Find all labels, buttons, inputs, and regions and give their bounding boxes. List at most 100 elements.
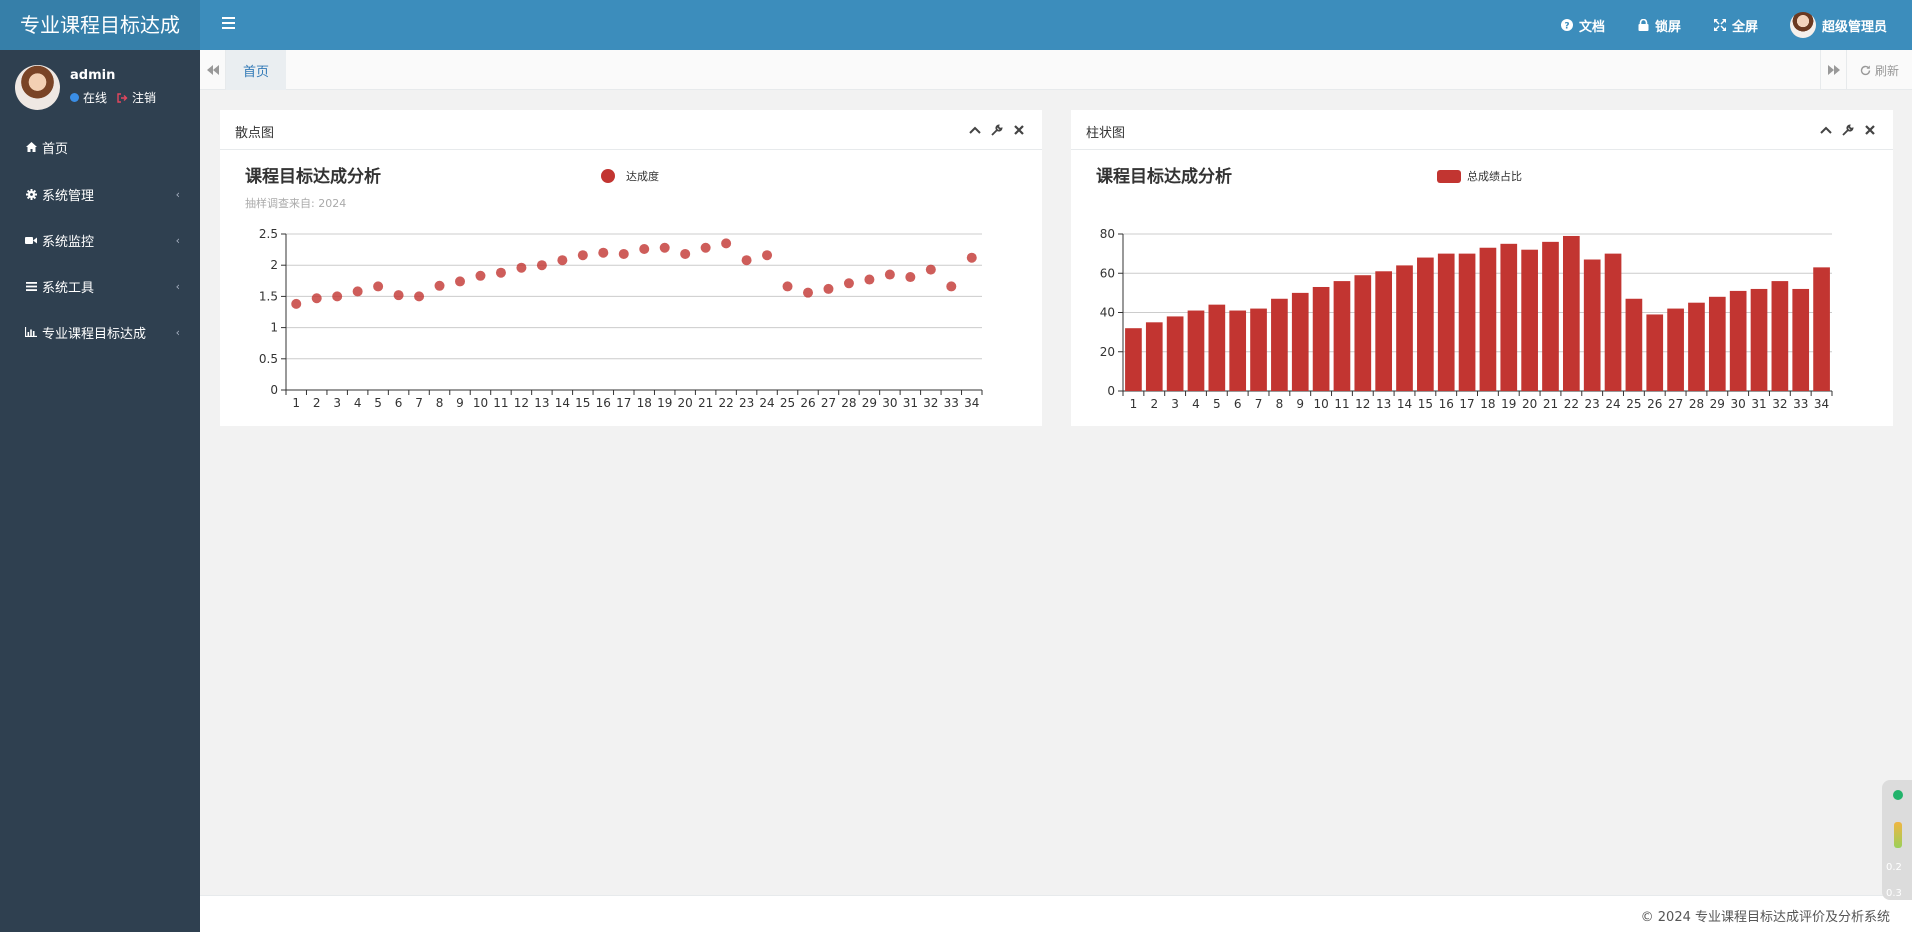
x-tick-label: 3 [333, 396, 341, 410]
sidebar-item-label: 系统管理 [42, 188, 95, 204]
video-icon [25, 234, 37, 246]
close-icon[interactable] [1012, 123, 1026, 137]
scatter-point [557, 255, 568, 266]
scatter-point [803, 287, 813, 298]
wrench-icon[interactable] [990, 123, 1004, 137]
y-tick-label: 20 [1100, 345, 1115, 359]
sidebar-item-system-management[interactable]: 系统管理 ‹ [0, 176, 200, 212]
forward-icon [1827, 65, 1840, 75]
docs-link[interactable]: ? 文档 [1561, 0, 1605, 50]
scatter-point [782, 281, 793, 292]
panel-header: 散点图 [220, 110, 1042, 150]
close-icon[interactable] [1863, 123, 1877, 137]
docs-label: 文档 [1579, 19, 1606, 35]
x-tick-label: 27 [1668, 397, 1683, 411]
sidebar-item-home[interactable]: 首页 [0, 129, 200, 165]
x-tick-label: 33 [944, 396, 959, 410]
x-tick-label: 28 [841, 396, 856, 410]
chevron-left-icon: ‹ [175, 280, 180, 293]
scatter-point [762, 250, 773, 261]
x-tick-label: 15 [1418, 397, 1433, 411]
bar [1792, 288, 1810, 391]
fullscreen-link[interactable]: 全屏 [1714, 0, 1758, 50]
scatter-point [311, 293, 322, 304]
bar [1354, 275, 1372, 391]
legend-marker [1437, 170, 1461, 183]
app-logo[interactable]: 专业课程目标达成 [0, 0, 200, 50]
x-tick-label: 9 [456, 396, 464, 410]
x-tick-label: 10 [473, 396, 488, 410]
tab-scroll-left-button[interactable] [200, 50, 226, 90]
x-tick-label: 3 [1171, 397, 1179, 411]
logout-link[interactable]: 注销 [117, 89, 156, 106]
scatter-chart: 课程目标达成分析抽样调查来自: 2024达成度00.511.522.51 2 3 4 5… [245, 166, 983, 410]
scatter-point [373, 281, 384, 292]
scatter-point [639, 243, 650, 254]
x-tick-label: 23 [739, 396, 754, 410]
wrench-icon[interactable] [1841, 123, 1855, 137]
x-tick-label: 17 [1459, 397, 1474, 411]
sidebar-item-system-tools[interactable]: 系统工具 ‹ [0, 268, 200, 304]
x-tick-label: 17 [616, 396, 631, 410]
bar [1771, 281, 1789, 391]
logout-label: 注销 [132, 91, 157, 105]
x-tick-label: 20 [678, 396, 693, 410]
fullscreen-label: 全屏 [1732, 19, 1759, 35]
y-tick-label: 40 [1100, 306, 1115, 320]
scatter-point [905, 272, 916, 283]
scatter-point [741, 255, 752, 266]
sign-out-icon [117, 92, 128, 103]
x-tick-label: 23 [1585, 397, 1600, 411]
scatter-point [884, 269, 895, 280]
sidebar-item-course-objectives[interactable]: 专业课程目标达成 ‹ [0, 314, 200, 350]
x-tick-label: 14 [555, 396, 570, 410]
chart-subtitle: 抽样调查来自: 2024 [245, 196, 346, 210]
sidebar-item-system-monitor[interactable]: 系统监控 ‹ [0, 222, 200, 258]
tab-scroll-right-button[interactable] [1820, 50, 1846, 90]
scatter-point [393, 290, 404, 301]
lock-screen-link[interactable]: 锁屏 [1638, 0, 1681, 50]
x-tick-label: 4 [1192, 397, 1200, 411]
x-tick-label: 8 [436, 396, 444, 410]
refresh-icon [1860, 65, 1871, 75]
x-tick-label: 19 [1501, 397, 1516, 411]
lock-icon [1638, 19, 1649, 31]
y-tick-label: 2 [270, 258, 278, 272]
expand-icon [1714, 19, 1726, 31]
collapse-icon[interactable] [1819, 123, 1833, 137]
user-menu[interactable]: 超级管理员 [1790, 0, 1887, 50]
x-tick-label: 34 [1814, 397, 1829, 411]
network-speed-widget[interactable]: 0.2 0.3 [1882, 780, 1912, 900]
scatter-point [577, 250, 588, 261]
y-tick-label: 80 [1100, 227, 1115, 241]
panel-title: 散点图 [235, 126, 275, 141]
x-tick-label: 16 [1439, 397, 1454, 411]
x-tick-label: 6 [395, 396, 403, 410]
bar [1333, 281, 1351, 391]
bar [1625, 298, 1643, 391]
sidebar-item-label: 系统监控 [42, 234, 95, 250]
gear-icon [25, 188, 37, 200]
x-tick-label: 22 [718, 396, 733, 410]
x-tick-label: 22 [1564, 397, 1579, 411]
meter-icon [1894, 822, 1902, 848]
x-tick-label: 18 [637, 396, 652, 410]
x-tick-label: 18 [1480, 397, 1495, 411]
scatter-point [823, 283, 834, 294]
x-tick-label: 13 [534, 396, 549, 410]
y-tick-label: 0 [270, 383, 278, 397]
refresh-label: 刷新 [1874, 63, 1899, 78]
menu-toggle-icon[interactable] [222, 14, 244, 36]
chart-title: 课程目标达成分析 [245, 166, 381, 187]
bar [1208, 304, 1226, 391]
scatter-point [455, 276, 465, 287]
tab-home[interactable]: 首页 [226, 50, 286, 90]
bar [1521, 249, 1538, 391]
x-tick-label: 20 [1522, 397, 1537, 411]
x-tick-label: 1 [1130, 397, 1138, 411]
sidebar-item-label: 系统工具 [42, 280, 95, 296]
collapse-icon[interactable] [968, 123, 982, 137]
user-name: admin [70, 68, 116, 83]
x-tick-label: 1 [292, 396, 300, 410]
refresh-button[interactable]: 刷新 [1846, 50, 1912, 90]
